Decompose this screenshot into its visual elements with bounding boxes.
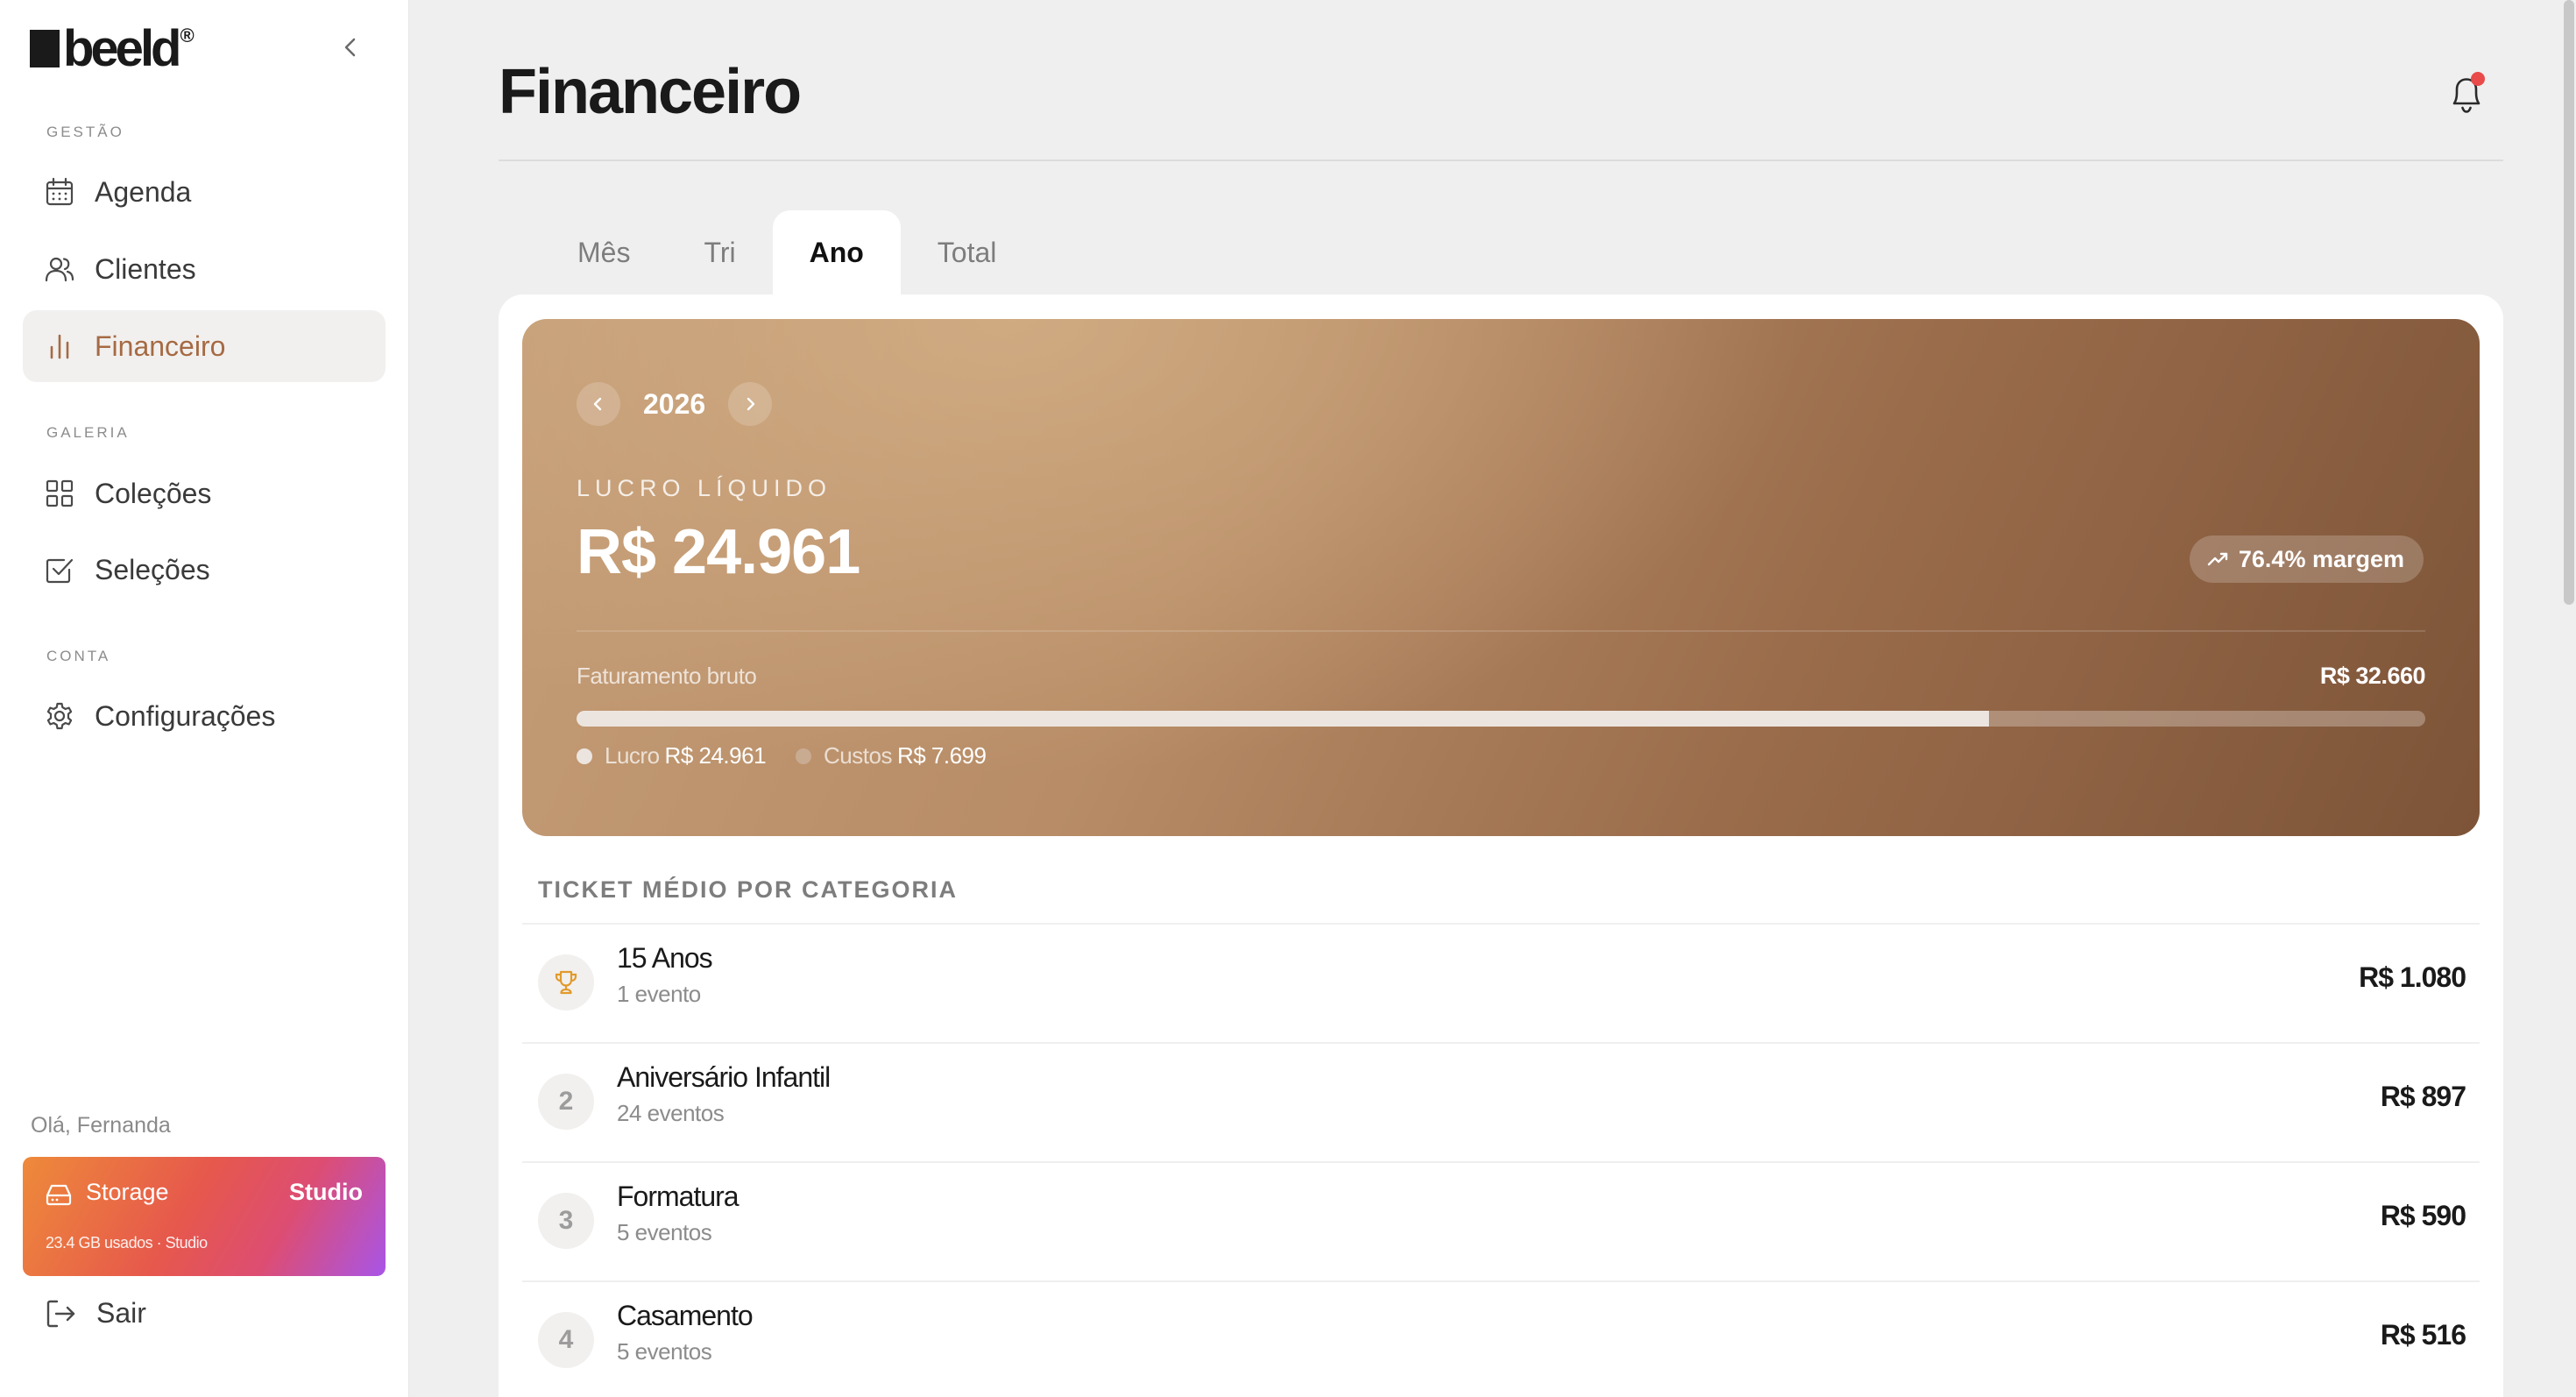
category-event-count: 1 evento — [617, 981, 701, 1007]
legend-value: R$ 24.961 — [664, 742, 767, 769]
collapse-sidebar-button[interactable] — [336, 33, 364, 61]
previous-year-button[interactable] — [577, 382, 620, 426]
list-item[interactable]: 2 Aniversário Infantil 24 eventos R$ 897 — [522, 1044, 2480, 1161]
tab-mes[interactable]: Mês — [541, 210, 667, 294]
brand-logo[interactable]: beeld ® — [30, 20, 195, 77]
rank-badge — [538, 954, 594, 1011]
legend-value: R$ 7.699 — [896, 742, 987, 769]
logo-mark — [30, 30, 60, 67]
logo-registered-mark: ® — [180, 25, 195, 46]
summary-divider — [577, 630, 2425, 632]
sidebar-item-label: Seleções — [95, 553, 210, 585]
margin-badge: 76.4% margem — [2189, 535, 2424, 583]
gross-revenue-value: R$ 32.660 — [2319, 663, 2426, 689]
logout-icon — [46, 1299, 77, 1329]
chevron-left-icon — [344, 38, 356, 57]
sidebar-item-label: Financeiro — [95, 330, 226, 362]
legend-label: Custos — [824, 742, 892, 769]
calendar-icon — [44, 176, 75, 208]
category-average-ticket: R$ 516 — [2380, 1319, 2466, 1351]
bar-chart-icon — [44, 330, 75, 362]
category-name: Formatura — [617, 1181, 740, 1212]
sidebar-item-clientes[interactable]: Clientes — [23, 233, 386, 305]
section-label-conta: CONTA — [46, 648, 111, 664]
sidebar-item-colecoes[interactable]: Coleções — [23, 457, 386, 529]
rank-badge: 4 — [538, 1312, 594, 1368]
storage-card[interactable]: Storage Studio 23.4 GB usados · Studio — [23, 1157, 386, 1276]
sidebar-item-label: Coleções — [95, 477, 212, 509]
sidebar-item-label: Configurações — [95, 699, 276, 732]
notifications-button[interactable] — [2446, 72, 2487, 116]
sidebar-item-label: Clientes — [95, 252, 196, 285]
legend-lucro: Lucro R$ 24.961 — [577, 742, 767, 769]
users-icon — [44, 253, 75, 285]
net-profit-value: R$ 24.961 — [577, 517, 860, 587]
net-profit-label: LUCRO LÍQUIDO — [577, 475, 832, 501]
category-event-count: 24 eventos — [617, 1100, 725, 1126]
category-average-ticket: R$ 1.080 — [2359, 961, 2466, 993]
list-item[interactable]: 15 Anos 1 evento R$ 1.080 — [522, 925, 2480, 1042]
rank-badge: 2 — [538, 1074, 594, 1130]
list-item[interactable]: 3 Formatura 5 eventos R$ 590 — [522, 1163, 2480, 1280]
page-scrollbar[interactable] — [2564, 0, 2574, 605]
logo-text: beeld — [63, 20, 181, 77]
trophy-icon — [555, 970, 577, 995]
profit-progress-fill — [577, 711, 1990, 727]
list-item[interactable]: 4 Casamento 5 eventos R$ 516 — [522, 1282, 2480, 1397]
sidebar-item-selecoes[interactable]: Seleções — [23, 534, 386, 606]
legend-dot-custos — [796, 748, 812, 764]
notification-dot — [2471, 72, 2485, 86]
category-event-count: 5 eventos — [617, 1219, 712, 1245]
tab-total[interactable]: Total — [901, 210, 1034, 294]
year-value: 2026 — [643, 387, 706, 420]
category-event-count: 5 eventos — [617, 1338, 712, 1365]
legend-label: Lucro — [605, 742, 660, 769]
rank-badge: 3 — [538, 1193, 594, 1249]
category-name: Aniversário Infantil — [617, 1061, 831, 1093]
section-label-galeria: GALERIA — [46, 424, 130, 441]
progress-legend: Lucro R$ 24.961 Custos R$ 7.699 — [577, 742, 1016, 769]
hard-drive-icon — [46, 1183, 72, 1210]
margin-text: 76.4% margem — [2238, 545, 2404, 572]
chevron-left-icon — [593, 397, 602, 411]
tab-tri[interactable]: Tri — [667, 210, 772, 294]
legend-dot-lucro — [577, 748, 592, 764]
logout-label: Sair — [96, 1297, 146, 1329]
profit-summary-card: 2026 LUCRO LÍQUIDO R$ 24.961 76.4% marge… — [522, 319, 2480, 836]
sidebar-item-label: Agenda — [95, 175, 192, 208]
user-greeting: Olá, Fernanda — [31, 1113, 171, 1138]
period-tabs: Mês Tri Ano Total — [541, 210, 1033, 294]
header-divider — [499, 160, 2503, 161]
sidebar-item-agenda[interactable]: Agenda — [23, 156, 386, 228]
storage-usage: 23.4 GB usados · Studio — [46, 1234, 208, 1252]
sidebar-item-configuracoes[interactable]: Configurações — [23, 680, 386, 752]
trending-up-icon — [2207, 551, 2230, 567]
gear-icon — [44, 700, 75, 732]
grid-icon — [44, 478, 75, 509]
category-section-title: TICKET MÉDIO POR CATEGORIA — [538, 876, 959, 903]
sidebar: beeld ® GESTÃO Agenda Clientes Financeir… — [0, 0, 409, 1397]
page-title: Financeiro — [499, 57, 802, 127]
year-navigator: 2026 — [577, 382, 773, 426]
sidebar-item-financeiro[interactable]: Financeiro — [23, 310, 386, 382]
storage-title: Storage — [86, 1179, 169, 1205]
checkbox-icon — [44, 554, 75, 585]
tab-ano[interactable]: Ano — [772, 210, 901, 294]
legend-custos: Custos R$ 7.699 — [796, 742, 987, 769]
logout-button[interactable]: Sair — [46, 1297, 146, 1330]
next-year-button[interactable] — [728, 382, 773, 426]
category-name: Casamento — [617, 1300, 754, 1331]
category-average-ticket: R$ 590 — [2380, 1200, 2466, 1231]
category-name: 15 Anos — [617, 942, 713, 974]
storage-plan: Studio — [289, 1179, 363, 1205]
category-average-ticket: R$ 897 — [2380, 1081, 2466, 1112]
section-label-gestao: GESTÃO — [46, 124, 124, 140]
profit-cost-progress — [577, 711, 2425, 727]
chevron-right-icon — [747, 397, 755, 411]
gross-revenue-label: Faturamento bruto — [577, 663, 757, 689]
